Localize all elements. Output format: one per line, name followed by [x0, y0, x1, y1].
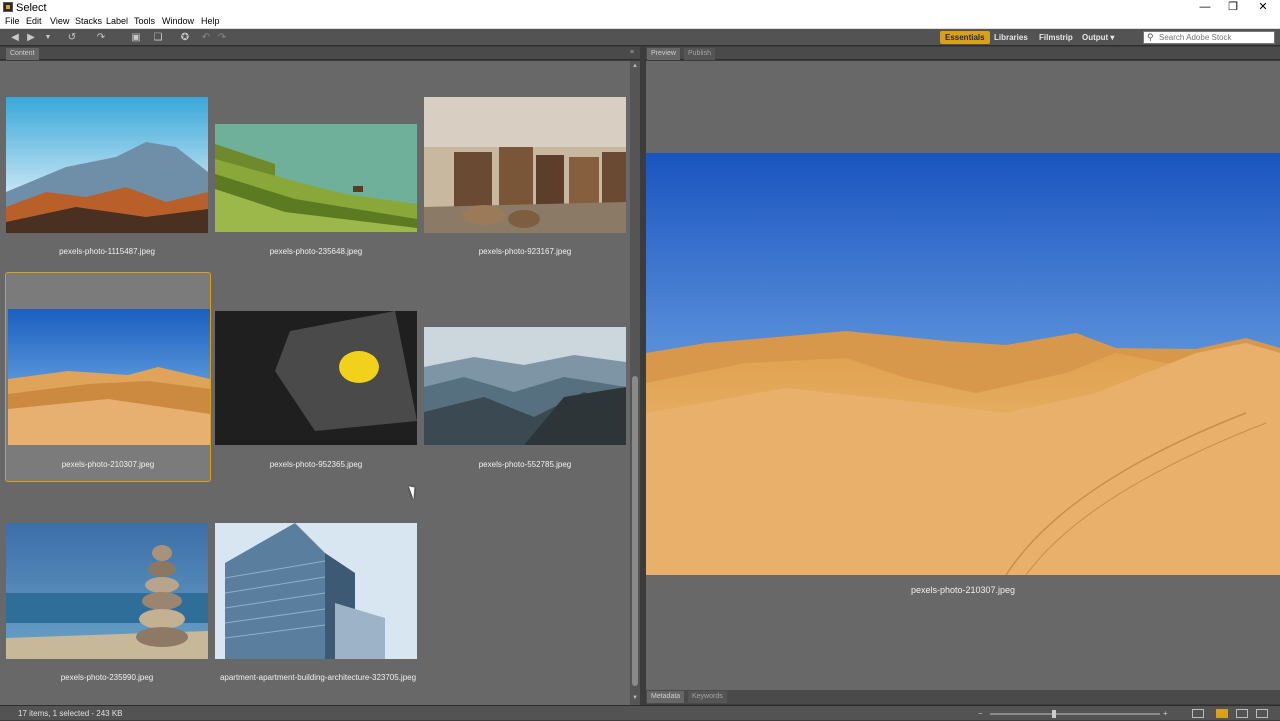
thumbnail-image[interactable]: [8, 309, 210, 445]
preview-panel: pexels-photo-210307.jpeg: [646, 61, 1280, 690]
camera-import-icon[interactable]: ▣: [130, 32, 142, 43]
menu-stacks[interactable]: Stacks: [75, 16, 102, 26]
title-bar: Select — ❐ ✕: [0, 0, 1280, 15]
thumbnail-image[interactable]: [215, 523, 417, 659]
back-arrow-icon[interactable]: ◀: [9, 32, 21, 43]
thumbnail-cell[interactable]: pexels-photo-235648.jpeg: [213, 91, 419, 295]
status-text: 17 items, 1 selected - 243 KB: [18, 709, 123, 718]
menu-help[interactable]: Help: [201, 16, 220, 26]
stack-icon[interactable]: ❏: [152, 32, 164, 43]
thumbnail-size-slider[interactable]: [990, 710, 1160, 718]
thumbnail-label: pexels-photo-923167.jpeg: [478, 247, 572, 256]
slider-handle[interactable]: [1052, 710, 1056, 718]
undo-icon[interactable]: ↶: [200, 32, 212, 43]
preview-image[interactable]: [646, 153, 1280, 575]
preview-filename: pexels-photo-210307.jpeg: [910, 585, 1016, 595]
boomerang-icon[interactable]: ↺: [66, 32, 78, 43]
zoom-out-icon[interactable]: −: [978, 709, 983, 718]
thumbnail-cell[interactable]: pexels-photo-1115487.jpeg: [4, 91, 210, 295]
content-grid: pexels-photo-1115487.jpeg pexels-photo-2…: [0, 61, 630, 705]
toolbar: ◀ ▶ ▼ ↺ ↷ ▣ ❏ ✪ ↶ ↷ Essentials Libraries…: [0, 29, 1280, 46]
tab-metadata[interactable]: Metadata: [647, 691, 685, 703]
thumbnail-view-icon[interactable]: [1216, 709, 1228, 718]
menu-window[interactable]: Window: [162, 16, 194, 26]
scroll-down-icon[interactable]: ▼: [632, 695, 638, 701]
thumbnail-image[interactable]: [215, 124, 417, 232]
close-button[interactable]: ✕: [1248, 0, 1278, 15]
thumbnail-cell-selected[interactable]: pexels-photo-210307.jpeg: [5, 272, 211, 482]
thumbnail-label: pexels-photo-952365.jpeg: [269, 460, 363, 469]
thumbnail-image[interactable]: [424, 327, 626, 445]
menu-label[interactable]: Label: [106, 16, 128, 26]
preview-panel-tabs: Preview Publish: [646, 47, 1280, 60]
tab-keywords[interactable]: Keywords: [688, 691, 727, 703]
zoom-in-icon[interactable]: +: [1163, 709, 1168, 718]
status-bar: 17 items, 1 selected - 243 KB − +: [0, 705, 1280, 720]
thumbnail-label: pexels-photo-552785.jpeg: [478, 460, 572, 469]
forward-arrow-icon[interactable]: ▶: [25, 32, 37, 43]
thumbnail-image[interactable]: [6, 97, 208, 233]
thumbnail-cell[interactable]: pexels-photo-552785.jpeg: [422, 304, 628, 508]
window-title: Select: [16, 2, 47, 14]
thumbnail-label: pexels-photo-210307.jpeg: [61, 460, 155, 469]
thumbnail-image[interactable]: [6, 523, 208, 659]
bridge-app-icon: [3, 2, 13, 12]
scroll-thumb[interactable]: [632, 376, 638, 686]
scroll-up-icon[interactable]: ▲: [632, 63, 638, 69]
thumbnail-label: pexels-photo-1115487.jpeg: [59, 247, 155, 256]
thumbnail-image[interactable]: [215, 311, 417, 445]
thumbnail-image[interactable]: [424, 97, 626, 233]
dropdown-icon[interactable]: ▼: [42, 32, 54, 43]
menu-view[interactable]: View: [50, 16, 69, 26]
menu-file[interactable]: File: [5, 16, 20, 26]
panel-menu-icon[interactable]: ≡: [630, 49, 634, 56]
thumbnail-cell[interactable]: apartment-apartment-building-architectur…: [213, 517, 423, 721]
tab-publish[interactable]: Publish: [684, 48, 715, 60]
rotate-icon[interactable]: ↷: [95, 32, 107, 43]
search-stock-field[interactable]: ⚲: [1143, 31, 1275, 44]
thumbnail-label: apartment-apartment-building-architectur…: [219, 673, 417, 682]
minimize-button[interactable]: —: [1190, 0, 1220, 15]
list-view-icon[interactable]: [1256, 709, 1268, 718]
thumbnail-cell[interactable]: pexels-photo-923167.jpeg: [422, 91, 628, 295]
content-panel-tabs: Content ≡: [0, 47, 640, 60]
workspace-libraries[interactable]: Libraries: [989, 31, 1033, 44]
workspace-filmstrip[interactable]: Filmstrip: [1034, 31, 1078, 44]
search-input[interactable]: [1159, 32, 1269, 43]
metadata-panel-tabs: Metadata Keywords: [646, 690, 1280, 704]
workspace-output[interactable]: Output ▾: [1077, 31, 1119, 44]
menu-bar: File Edit View Stacks Label Tools Window…: [0, 15, 1280, 29]
thumbnail-cell[interactable]: pexels-photo-952365.jpeg: [213, 304, 419, 508]
restore-button[interactable]: ❐: [1218, 0, 1248, 15]
content-scrollbar[interactable]: ▲ ▼: [630, 61, 640, 705]
refine-icon[interactable]: ✪: [179, 32, 191, 43]
thumbnail-label: pexels-photo-235990.jpeg: [60, 673, 154, 682]
thumbnail-cell[interactable]: pexels-photo-235990.jpeg: [4, 517, 210, 721]
thumbnail-label: pexels-photo-235648.jpeg: [269, 247, 363, 256]
menu-tools[interactable]: Tools: [134, 16, 155, 26]
grid-view-icon[interactable]: [1192, 709, 1204, 718]
workspace-essentials[interactable]: Essentials: [940, 31, 990, 44]
menu-edit[interactable]: Edit: [26, 16, 42, 26]
details-view-icon[interactable]: [1236, 709, 1248, 718]
redo-icon[interactable]: ↷: [216, 32, 228, 43]
tab-content[interactable]: Content: [6, 48, 39, 60]
tab-preview[interactable]: Preview: [647, 48, 680, 60]
search-icon: ⚲: [1147, 32, 1154, 42]
